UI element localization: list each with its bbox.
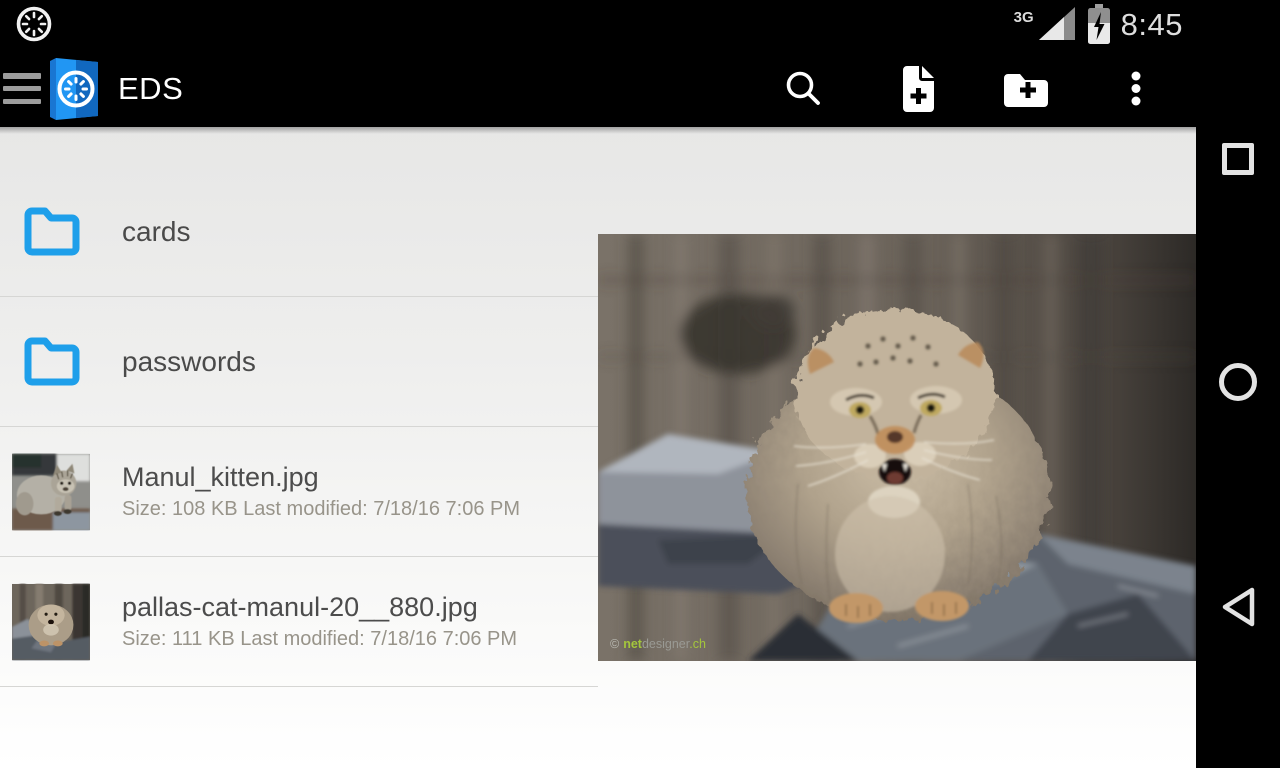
folder-icon bbox=[24, 207, 80, 256]
menu-icon[interactable] bbox=[3, 73, 41, 104]
file-name: pallas-cat-manul-20__880.jpg bbox=[122, 591, 478, 622]
file-thumbnail bbox=[12, 583, 90, 661]
app-toolbar: EDS bbox=[0, 50, 1280, 127]
recents-icon[interactable] bbox=[1222, 143, 1254, 175]
photo-watermark: © netdesigner.ch bbox=[610, 637, 706, 651]
file-details: Size: 111 KB Last modified: 7/18/16 7:06… bbox=[122, 627, 518, 650]
list-item-folder-passwords[interactable]: passwords bbox=[0, 297, 598, 427]
eds-app-icon bbox=[50, 58, 98, 120]
screen: 3G 8:45 EDS cards passwords Manul_kitten… bbox=[0, 0, 1280, 768]
home-icon[interactable] bbox=[1219, 363, 1257, 401]
folder-icon bbox=[24, 337, 80, 386]
status-bar: 3G 8:45 bbox=[0, 0, 1280, 50]
folder-name: cards bbox=[122, 215, 191, 247]
search-icon[interactable] bbox=[783, 68, 823, 108]
battery-charging-icon bbox=[1087, 4, 1110, 44]
file-list: cards passwords Manul_kitten.jpg Size: 1… bbox=[0, 127, 598, 768]
signal-triangle-icon bbox=[1038, 7, 1075, 40]
file-thumbnail bbox=[12, 453, 90, 531]
list-item-file-pallas-cat[interactable]: pallas-cat-manul-20__880.jpg Size: 111 K… bbox=[0, 557, 598, 687]
content-area: cards passwords Manul_kitten.jpg Size: 1… bbox=[0, 127, 1196, 768]
folder-name: passwords bbox=[122, 345, 256, 377]
preview-pane: © netdesigner.ch bbox=[598, 127, 1196, 768]
status-indicators: 3G 8:45 bbox=[1014, 0, 1183, 50]
signal-icon: 3G bbox=[1014, 5, 1077, 45]
new-file-icon[interactable] bbox=[897, 66, 935, 112]
list-item-folder-cards[interactable]: cards bbox=[0, 167, 598, 297]
back-icon[interactable] bbox=[1220, 586, 1256, 628]
new-folder-icon[interactable] bbox=[1004, 71, 1048, 107]
clock-icon bbox=[16, 6, 52, 42]
file-details: Size: 108 KB Last modified: 7/18/16 7:06… bbox=[122, 497, 521, 520]
android-nav-bar bbox=[1196, 0, 1280, 768]
page-title: EDS bbox=[118, 70, 184, 106]
network-type-label: 3G bbox=[1013, 9, 1034, 26]
list-item-file-manul-kitten[interactable]: Manul_kitten.jpg Size: 108 KB Last modif… bbox=[0, 427, 598, 557]
status-time: 8:45 bbox=[1120, 7, 1183, 42]
file-name: Manul_kitten.jpg bbox=[122, 461, 319, 492]
list-top-padding bbox=[0, 127, 598, 167]
preview-photo-pallas-cat[interactable]: © netdesigner.ch bbox=[598, 234, 1196, 661]
overflow-icon[interactable] bbox=[1131, 71, 1141, 106]
